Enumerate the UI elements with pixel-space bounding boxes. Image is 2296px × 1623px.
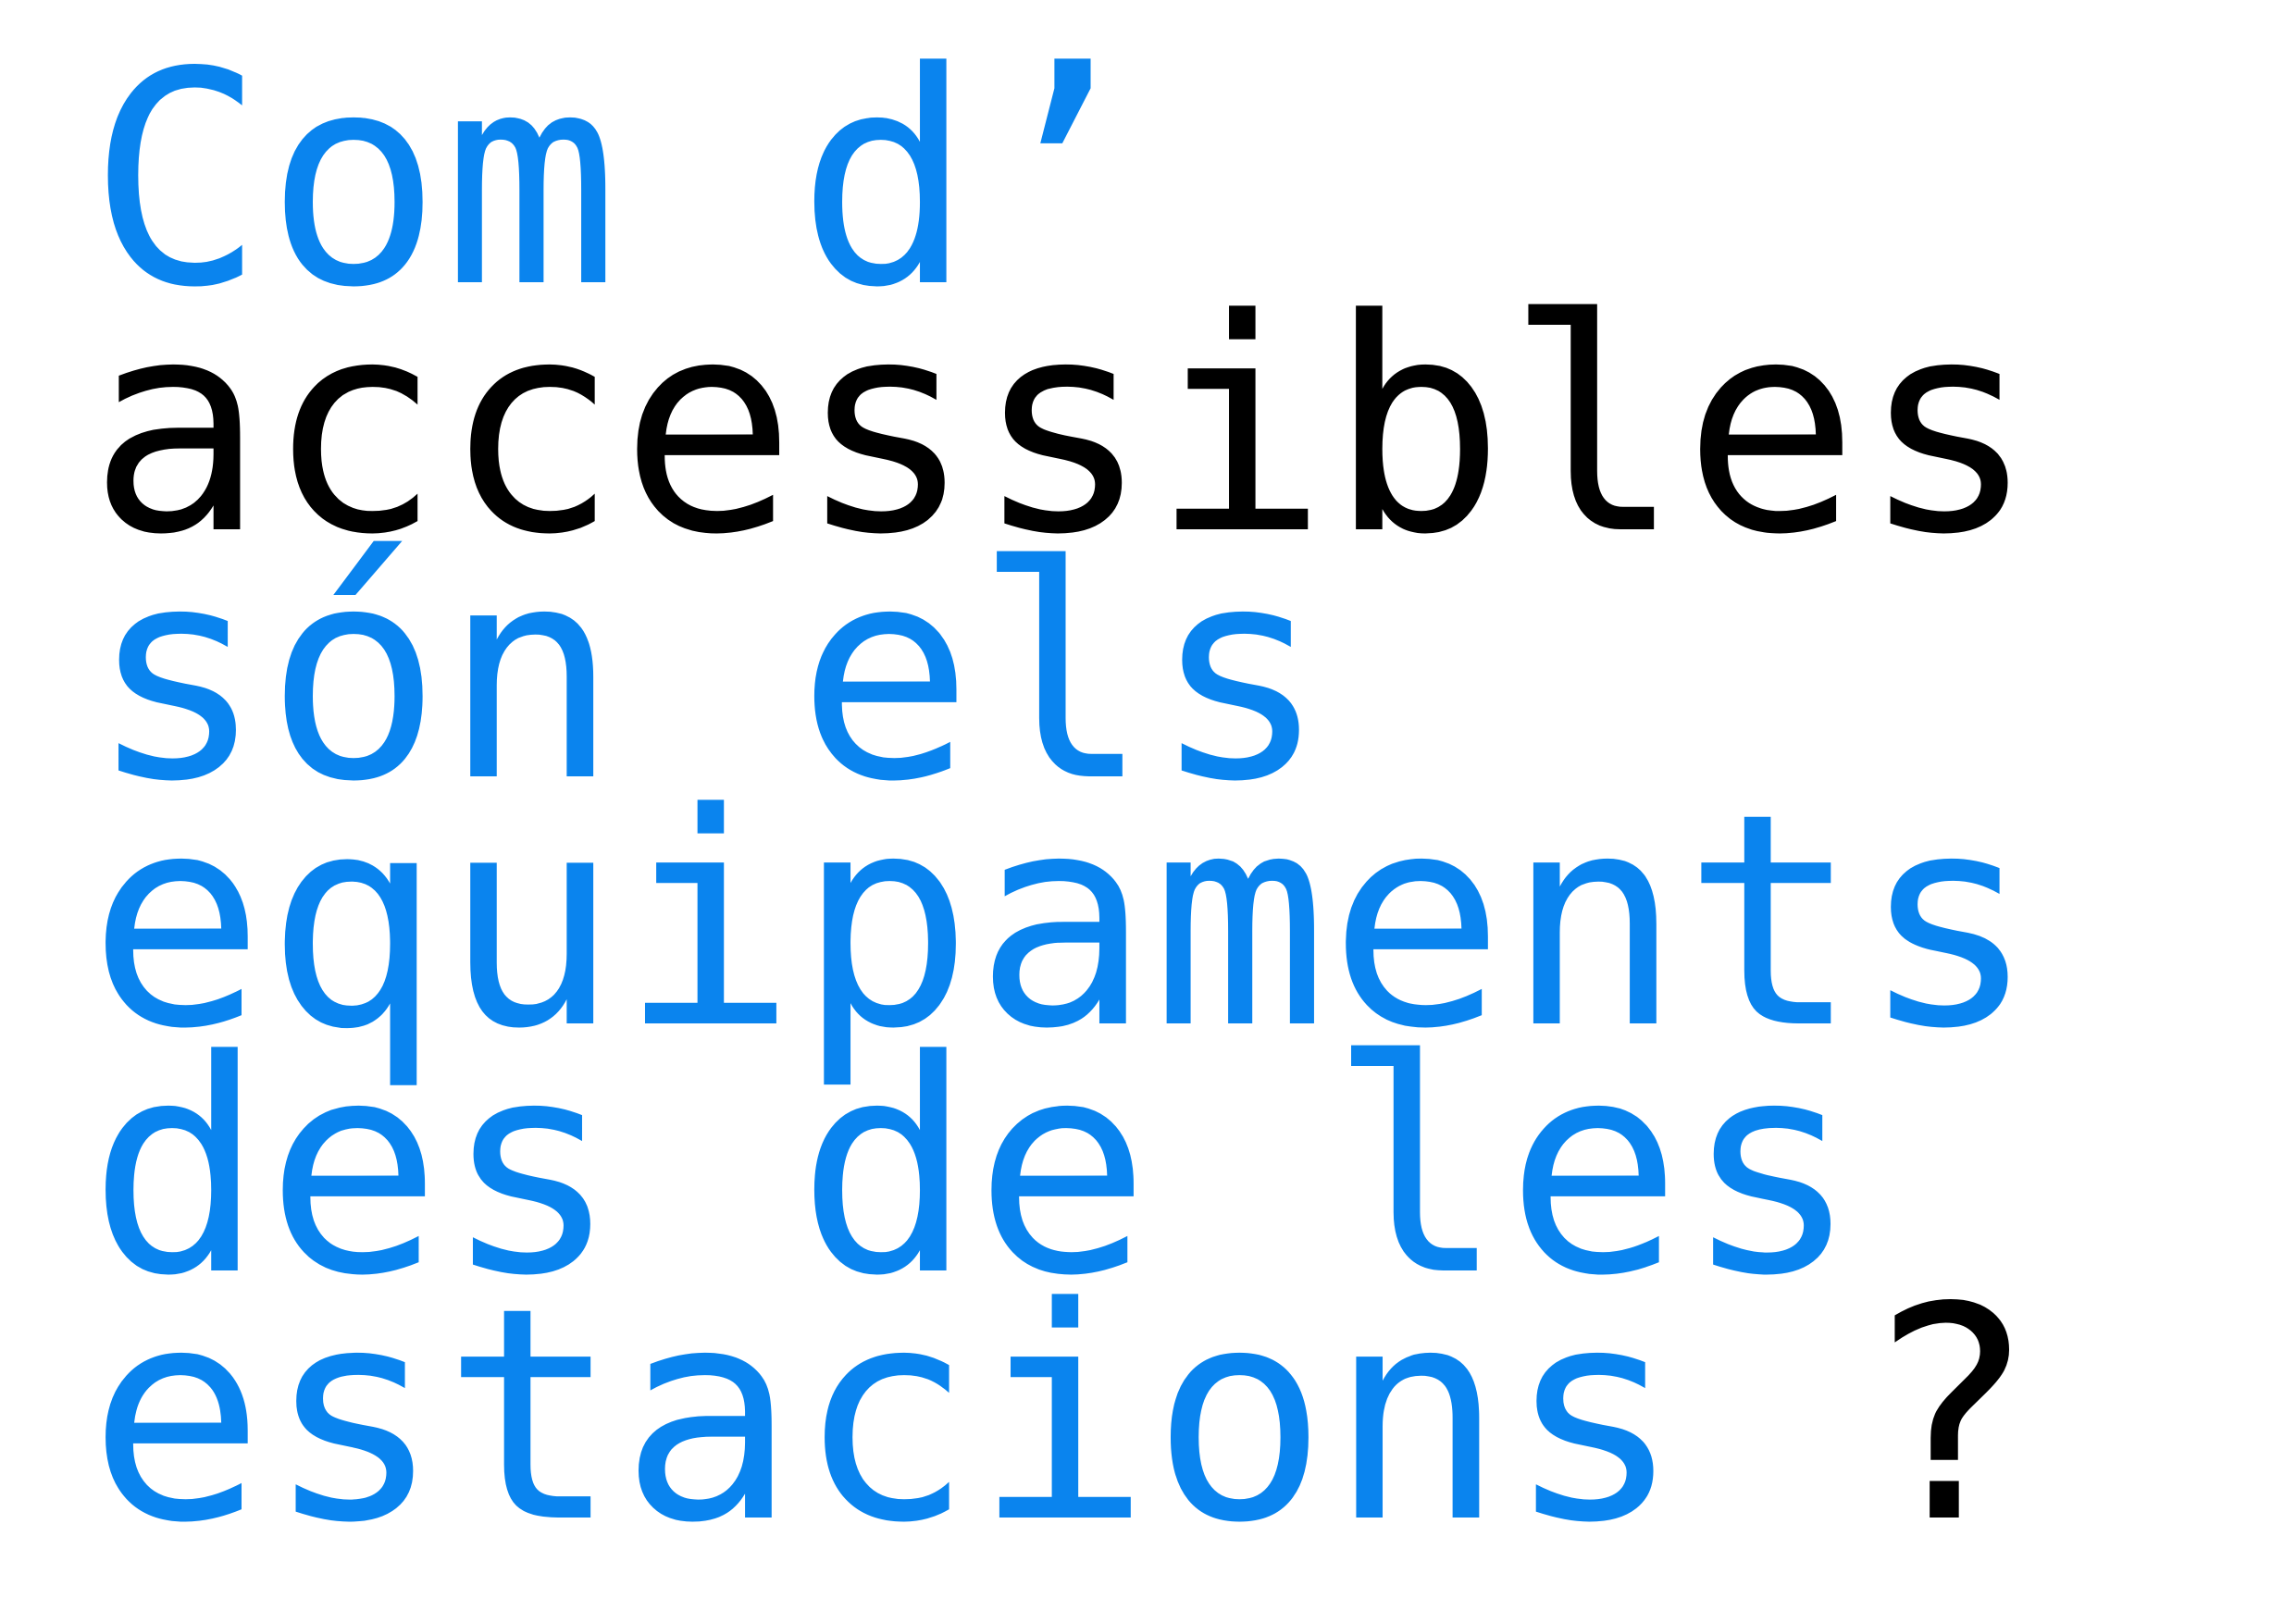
question-mark: ? <box>1859 1245 2037 1587</box>
headline-line-6: estacions ? <box>88 1269 2037 1563</box>
question-headline: Com d’ accessibles són els equipaments d… <box>88 33 2037 1563</box>
word-estacions: estacions <box>88 1245 1683 1587</box>
